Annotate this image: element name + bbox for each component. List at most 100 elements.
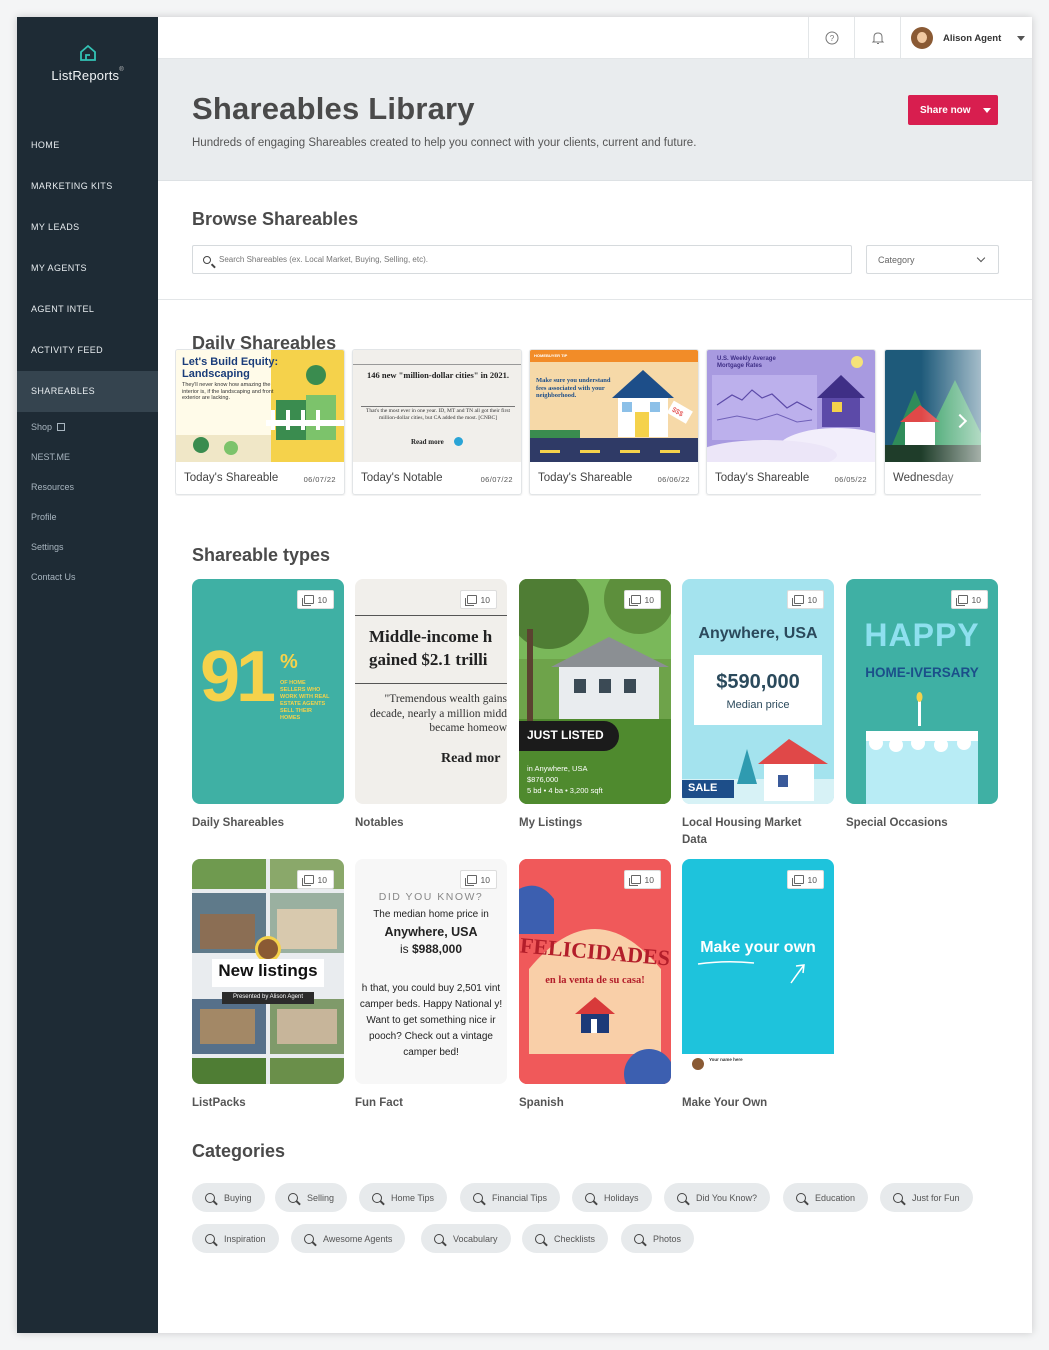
- sidebar-item-agent-intel[interactable]: AGENT INTEL: [17, 289, 158, 330]
- search-icon: [796, 1192, 806, 1203]
- search-icon: [535, 1233, 545, 1244]
- daily-card-date: 06/07/22: [303, 475, 336, 484]
- search-icon: [473, 1192, 483, 1203]
- category-chip-label: Inspiration: [224, 1233, 266, 1244]
- make-your-own-footer-name: Your name here: [709, 1057, 743, 1062]
- category-chip-vocabulary[interactable]: Vocabulary: [421, 1224, 511, 1253]
- search-icon: [205, 1233, 215, 1244]
- spanish-illustration: [519, 859, 671, 1084]
- category-chip-label: Buying: [224, 1192, 252, 1203]
- help-button[interactable]: ?: [808, 17, 854, 59]
- type-card-image: Middle-income h gained $2.1 trilli "Trem…: [355, 579, 507, 804]
- funfact-body: h that, you could buy 2,501 vint camper …: [359, 983, 503, 1058]
- category-chip-just-for-fun[interactable]: Just for Fun: [880, 1183, 973, 1212]
- page-title: Shareables Library: [192, 91, 475, 126]
- type-card-image: New listings Presented by Alison Agent: [192, 859, 344, 1084]
- categories-title: Categories: [192, 1141, 286, 1161]
- type-card-image: FELICIDADES en la venta de su casa!: [519, 859, 671, 1084]
- svg-text:?: ?: [829, 34, 834, 43]
- listing-specs: 5 bd • 4 ba • 3,200 sqft: [527, 786, 603, 795]
- category-chip-label: Photos: [653, 1233, 682, 1244]
- chevron-down-icon: [982, 107, 991, 113]
- daily-card-label: Today's Shareable: [184, 472, 279, 484]
- notifications-button[interactable]: [854, 17, 900, 59]
- daily-card[interactable]: U.S. Weekly Average Mortgage Rates Today…: [706, 349, 876, 495]
- avatar: [692, 1058, 704, 1070]
- sidebar-item-activity-feed[interactable]: ACTIVITY FEED: [17, 330, 158, 371]
- item-count-badge: 10: [459, 870, 497, 889]
- category-chip-label: Awesome Agents: [323, 1233, 393, 1244]
- daily-card[interactable]: Wednesday: [884, 349, 981, 495]
- item-count: 10: [807, 594, 817, 605]
- category-chip-home-tips[interactable]: Home Tips: [359, 1183, 448, 1212]
- category-chip-financial-tips[interactable]: Financial Tips: [460, 1183, 561, 1212]
- category-chip-label: Education: [815, 1192, 856, 1203]
- sidebar-item-home[interactable]: HOME: [17, 125, 158, 166]
- sidebar-item-marketing-kits[interactable]: MARKETING KITS: [17, 166, 158, 207]
- sidebar-item-shop[interactable]: Shop: [17, 412, 158, 442]
- sidebar-item-my-leads[interactable]: MY LEADS: [17, 207, 158, 248]
- funfact-line1: The median home price in: [373, 909, 489, 920]
- market-price: $590,000: [716, 671, 800, 693]
- logo[interactable]: ListReports®: [17, 43, 158, 85]
- category-chip-selling[interactable]: Selling: [275, 1183, 348, 1212]
- category-chip-photos[interactable]: Photos: [621, 1224, 695, 1253]
- sidebar-item-my-agents[interactable]: MY AGENTS: [17, 248, 158, 289]
- sidebar-item-settings[interactable]: Settings: [17, 532, 158, 562]
- search-icon: [203, 255, 211, 264]
- category-chip-checklists[interactable]: Checklists: [522, 1224, 609, 1253]
- category-chip-label: Home Tips: [391, 1192, 435, 1203]
- item-count: 10: [644, 594, 654, 605]
- daily-card-body: That's the most ever in one year. ID, MT…: [365, 408, 511, 421]
- type-card-label: Special Occasions: [846, 817, 948, 829]
- daily-card-cta: Read more: [411, 438, 444, 446]
- make-your-own-title: Make your own: [700, 939, 816, 956]
- category-select-label: Category: [878, 254, 915, 265]
- category-chip-did-you-know[interactable]: Did You Know?: [664, 1183, 771, 1212]
- sidebar-item-contact-us[interactable]: Contact Us: [17, 562, 158, 592]
- category-chip-label: Just for Fun: [912, 1192, 960, 1203]
- user-name: Alison Agent: [943, 32, 1002, 44]
- search-icon: [205, 1192, 215, 1203]
- category-chip-buying[interactable]: Buying: [192, 1183, 265, 1212]
- sidebar-item-shareables[interactable]: SHAREABLES: [17, 371, 158, 412]
- neighborhood-illustration: $$$: [530, 350, 698, 462]
- market-price-label: Median price: [726, 699, 790, 711]
- funfact-line2: is: [399, 942, 409, 956]
- notable-body: "Tremendous wealth gains decade, nearly …: [370, 693, 507, 734]
- category-chip-holidays[interactable]: Holidays: [572, 1183, 652, 1212]
- share-now-button[interactable]: Share now: [908, 95, 998, 125]
- sidebar-item-resources[interactable]: Resources: [17, 472, 158, 502]
- item-count-badge: 10: [296, 870, 334, 889]
- category-chip-awesome-agents[interactable]: Awesome Agents: [291, 1224, 406, 1253]
- arrow-scribble-icon: [697, 960, 805, 984]
- sidebar-secondary-nav: Shop NEST.ME Resources Profile Settings …: [17, 412, 158, 592]
- search-icon: [288, 1192, 298, 1203]
- sidebar-item-nestme[interactable]: NEST.ME: [17, 442, 158, 472]
- sidebar-item-profile[interactable]: Profile: [17, 502, 158, 532]
- type-card-label: Local Housing Market Data: [682, 817, 802, 846]
- daily-card-image: $$$ HOMEBUYER TIP Make sure you understa…: [530, 350, 698, 462]
- images-icon: [955, 595, 968, 606]
- user-menu[interactable]: Alison Agent: [900, 17, 1032, 59]
- listing-badge: JUST LISTED: [527, 728, 604, 742]
- daily-card[interactable]: 146 new "million-dollar cities" in 2021.…: [352, 349, 522, 495]
- daily-card[interactable]: $$$ HOMEBUYER TIP Make sure you understa…: [529, 349, 699, 495]
- type-card-label: ListPacks: [192, 1097, 246, 1109]
- search-input[interactable]: [219, 255, 819, 264]
- category-chip-inspiration[interactable]: Inspiration: [192, 1224, 279, 1253]
- item-count-badge: 10: [623, 590, 661, 609]
- search-box[interactable]: [192, 245, 852, 274]
- daily-card-headline: Make sure you understand fees associated…: [536, 377, 611, 399]
- category-chip-education[interactable]: Education: [783, 1183, 869, 1212]
- item-count: 10: [971, 594, 981, 605]
- search-icon: [304, 1233, 314, 1244]
- category-select[interactable]: Category: [866, 245, 999, 274]
- daily-card-label: Today's Shareable: [715, 472, 810, 484]
- type-card-label: Notables: [355, 817, 404, 829]
- item-count-badge: 10: [623, 870, 661, 889]
- type-card-label: My Listings: [519, 817, 583, 829]
- item-count: 10: [807, 874, 817, 885]
- daily-card[interactable]: Let's Build Equity: Landscaping They'll …: [175, 349, 345, 495]
- external-link-icon: [57, 422, 66, 431]
